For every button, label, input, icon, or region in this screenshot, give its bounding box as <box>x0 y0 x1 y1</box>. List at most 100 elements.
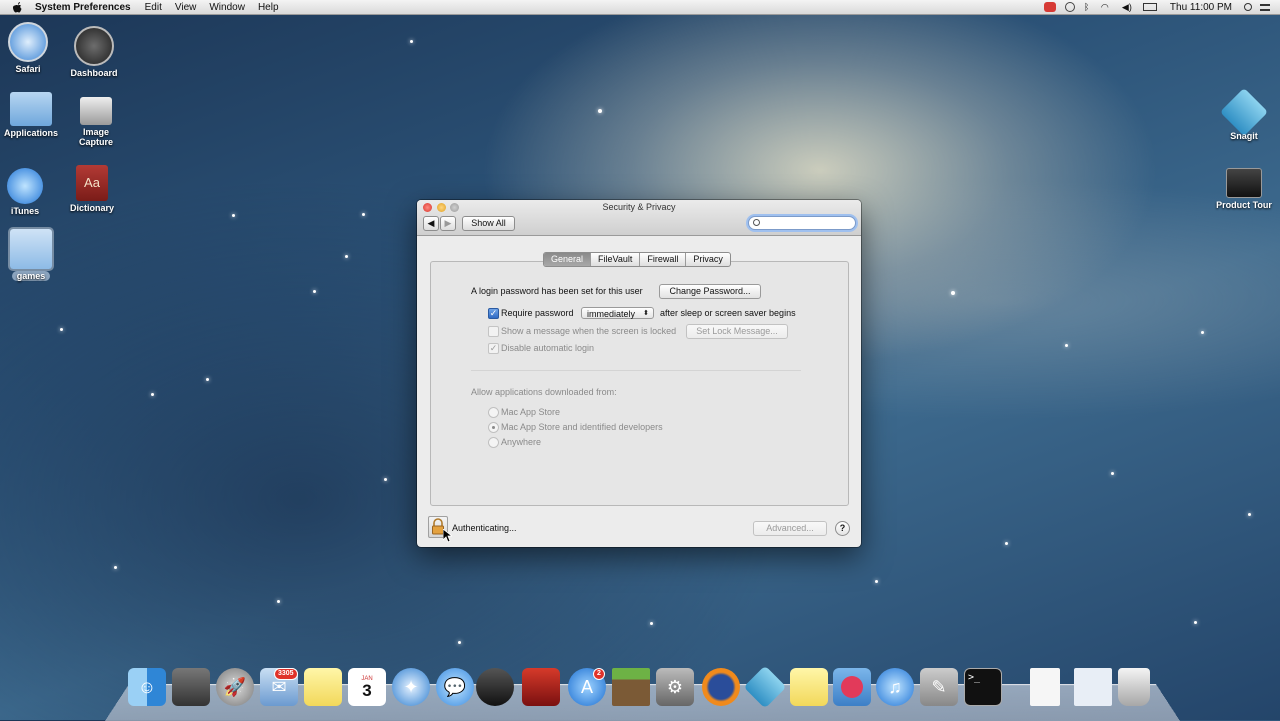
menu-clock[interactable]: Thu 11:00 PM <box>1170 2 1232 13</box>
allow-apps-heading: Allow applications downloaded from: <box>471 387 617 397</box>
video-icon <box>1226 168 1262 198</box>
dock-itunes-icon[interactable]: ♫ <box>876 668 914 706</box>
volume-icon[interactable]: ◀) <box>1122 2 1134 12</box>
set-lock-message-button[interactable]: Set Lock Message... <box>686 324 788 339</box>
menu-help[interactable]: Help <box>258 2 279 13</box>
desktop-icon-dictionary[interactable]: Aa Dictionary <box>57 165 127 213</box>
require-password-label: Require password <box>501 308 574 318</box>
tab-filevault[interactable]: FileVault <box>591 253 641 266</box>
forward-button[interactable]: ▶ <box>440 216 456 231</box>
menu-view[interactable]: View <box>175 2 197 13</box>
radio-label-anywhere: Anywhere <box>501 437 542 447</box>
dock-terminal-icon[interactable]: >_ <box>964 668 1002 706</box>
disable-auto-login-label: Disable automatic login <box>501 343 595 353</box>
desktop-icon-games[interactable]: games <box>0 227 66 281</box>
require-password-value: immediately <box>587 309 636 319</box>
back-button[interactable]: ◀ <box>423 216 439 231</box>
show-message-checkbox[interactable] <box>488 326 499 337</box>
dock-trash-icon[interactable] <box>1118 668 1150 706</box>
tab-privacy[interactable]: Privacy <box>686 253 730 266</box>
calendar-day: 3 <box>362 680 372 700</box>
desktop-icon-snagit[interactable]: Snagit <box>1209 87 1279 141</box>
notification-center-icon[interactable] <box>1260 3 1270 11</box>
applications-folder-icon <box>10 92 52 126</box>
tab-bar: General FileVault Firewall Privacy <box>543 252 731 267</box>
dock-calendar-icon[interactable]: JAN 3 <box>348 668 386 706</box>
itunes-icon <box>7 168 43 204</box>
require-password-checkbox[interactable]: ✓ <box>488 308 499 319</box>
menu-bar: System Preferences Edit View Window Help… <box>0 0 1280 15</box>
desktop-icon-label: Applications <box>3 128 58 138</box>
login-password-text: A login password has been set for this u… <box>471 286 643 296</box>
dock-system-preferences-icon[interactable]: ⚙ <box>656 668 694 706</box>
smiley-icon <box>841 676 863 698</box>
dock-control-panel-icon[interactable] <box>172 668 210 706</box>
dock-utilities-icon[interactable]: ✎ <box>920 668 958 706</box>
spotlight-icon[interactable] <box>1244 3 1252 11</box>
desktop-icon-label: Dictionary <box>69 203 114 213</box>
radio-label-identified-developers: Mac App Store and identified developers <box>501 422 663 432</box>
dock-stickies-icon[interactable] <box>790 668 828 706</box>
desktop-icon-product-tour[interactable]: Product Tour <box>1209 168 1279 210</box>
safari-icon <box>8 22 48 62</box>
dock-preview-icon[interactable] <box>1074 668 1112 706</box>
menu-app-name[interactable]: System Preferences <box>35 2 131 13</box>
desktop-icon-label: Safari <box>15 64 41 74</box>
search-icon <box>753 219 760 226</box>
security-privacy-window: Security & Privacy ◀ ▶ Show All General … <box>417 200 861 547</box>
radio-identified-developers[interactable] <box>488 422 499 433</box>
title-bar[interactable]: Security & Privacy ◀ ▶ Show All <box>417 200 861 236</box>
dock-launchpad-icon[interactable]: 🚀 <box>216 668 254 706</box>
desktop-icon-label: Dashboard <box>70 68 118 78</box>
disable-auto-login-checkbox[interactable]: ✓ <box>488 343 499 354</box>
desktop-icon-itunes[interactable]: iTunes <box>0 168 60 216</box>
tab-firewall[interactable]: Firewall <box>640 253 687 266</box>
dock-finder-icon[interactable]: ☺ <box>128 668 166 706</box>
wifi-icon[interactable]: ◠ <box>1101 2 1113 12</box>
desktop-icon-label: games <box>11 271 51 281</box>
desktop-icon-dashboard[interactable]: Dashboard <box>59 26 129 78</box>
dictionary-icon: Aa <box>76 165 108 201</box>
camera-icon <box>80 97 112 125</box>
dock-safari-icon[interactable]: ✦ <box>392 668 430 706</box>
dock-happy-face-icon[interactable] <box>833 668 871 706</box>
apple-menu-icon[interactable] <box>13 1 23 13</box>
updown-arrows-icon: ⬍ <box>643 310 649 317</box>
desktop-icon-safari[interactable]: Safari <box>0 22 63 74</box>
dashboard-icon <box>74 26 114 66</box>
time-machine-icon[interactable] <box>1064 2 1075 12</box>
dock-photo-booth-icon[interactable] <box>522 668 560 706</box>
require-password-popup[interactable]: immediately ⬍ <box>581 307 654 319</box>
dock-firefox-icon[interactable] <box>702 668 740 706</box>
help-button[interactable]: ? <box>835 521 850 536</box>
mouse-cursor-icon <box>443 529 452 543</box>
search-field[interactable] <box>748 216 856 230</box>
change-password-button[interactable]: Change Password... <box>659 284 761 299</box>
bluetooth-icon[interactable]: ᛒ <box>1084 2 1092 12</box>
mail-badge: 3305 <box>274 668 298 680</box>
desktop-icon-image-capture[interactable]: Image Capture <box>61 97 131 147</box>
radio-mac-app-store[interactable] <box>488 407 499 418</box>
show-all-button[interactable]: Show All <box>462 216 515 231</box>
radio-anywhere[interactable] <box>488 437 499 448</box>
desktop-icon-applications[interactable]: Applications <box>0 92 66 138</box>
desktop-icon-label: Product Tour <box>1216 200 1272 210</box>
folder-icon <box>8 227 54 271</box>
dock-facetime-icon[interactable] <box>476 668 514 706</box>
dock-messages-icon[interactable]: 💬 <box>436 668 474 706</box>
separator <box>471 370 801 371</box>
app-store-badge: 2 <box>593 668 605 680</box>
dock-notes-icon[interactable] <box>304 668 342 706</box>
desktop-icon-label: Image Capture <box>78 127 113 147</box>
menu-edit[interactable]: Edit <box>145 2 162 13</box>
battery-icon[interactable] <box>1142 3 1157 11</box>
advanced-button[interactable]: Advanced... <box>753 521 827 536</box>
dock-minecraft-icon[interactable] <box>612 668 650 706</box>
dock-document-icon[interactable] <box>1030 668 1060 706</box>
general-panel <box>430 261 849 506</box>
after-sleep-text: after sleep or screen saver begins <box>660 308 796 318</box>
radio-label-mac-app-store: Mac App Store <box>501 407 561 417</box>
menu-window[interactable]: Window <box>209 2 245 13</box>
record-icon[interactable] <box>1043 2 1056 12</box>
tab-general[interactable]: General <box>544 253 592 266</box>
